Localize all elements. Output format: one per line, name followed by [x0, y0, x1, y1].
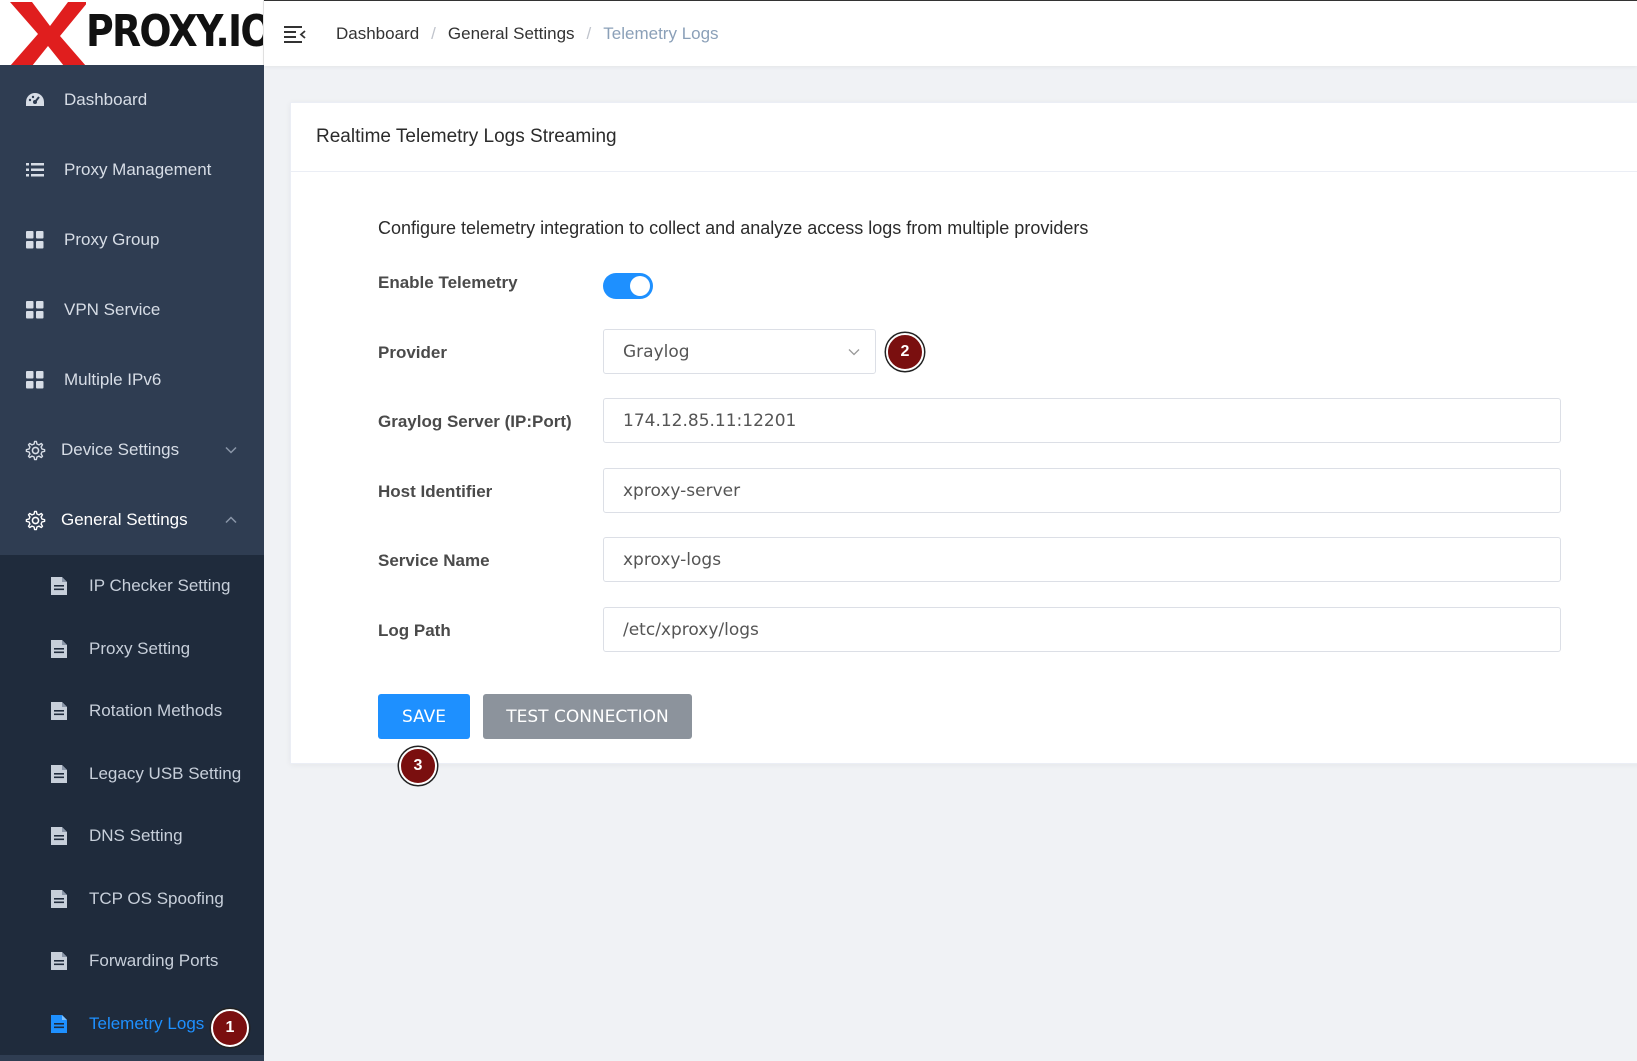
gear-icon — [24, 509, 46, 531]
sidebar-item-vpn-service[interactable]: VPN Service — [0, 275, 264, 345]
enable-telemetry-label: Enable Telemetry — [378, 273, 518, 292]
sidebar-item-label: Device Settings — [61, 440, 180, 459]
dashboard-gauge-icon — [24, 89, 46, 111]
chevron-down-icon — [848, 348, 860, 355]
sidebar-item-proxy-group[interactable]: Proxy Group — [0, 205, 264, 275]
logo-text: PROXY.IO — [86, 6, 264, 57]
breadcrumb-item-dashboard[interactable]: Dashboard — [336, 24, 419, 44]
menu-collapse-icon[interactable] — [284, 25, 306, 43]
document-icon — [51, 577, 67, 596]
provider-select-value: Graylog — [623, 341, 690, 362]
document-icon — [51, 764, 67, 783]
sidebar-item-label: General Settings — [61, 510, 188, 529]
submenu-item-label: Telemetry Logs — [89, 1013, 205, 1033]
step-badge-3: 3 — [399, 747, 437, 785]
sidebar-item-general-settings[interactable]: General Settings — [0, 485, 264, 555]
sidebar-item-multiple-ipv6[interactable]: Multiple IPv6 — [0, 345, 264, 415]
provider-label: Provider — [378, 343, 447, 362]
submenu-item-dns-setting[interactable]: DNS Setting — [0, 805, 264, 868]
document-icon — [51, 889, 67, 908]
log-path-input[interactable]: /etc/xproxy/logs — [603, 607, 1561, 652]
submenu-item-label: Legacy USB Setting — [89, 763, 242, 783]
sidebar-item-dashboard[interactable]: Dashboard — [0, 65, 264, 135]
sidebar-item-label: Dashboard — [64, 90, 148, 109]
submenu-item-label: Forwarding Ports — [89, 951, 219, 971]
submenu-item-label: TCP OS Spoofing — [89, 888, 224, 908]
document-icon — [51, 639, 67, 658]
sidebar-item-label: VPN Service — [64, 300, 161, 319]
document-icon — [51, 702, 67, 721]
breadcrumb-separator: / — [586, 24, 592, 43]
submenu-item-proxy-setting[interactable]: Proxy Setting — [0, 618, 264, 681]
sidebar-item-label: Proxy Management — [64, 160, 212, 179]
host-identifier-input[interactable]: xproxy-server — [603, 468, 1561, 513]
breadcrumb-separator: / — [431, 24, 436, 43]
breadcrumb-item-general-settings[interactable]: General Settings — [448, 24, 575, 44]
chevron-down-icon — [225, 446, 237, 454]
card-description: Configure telemetry integration to colle… — [378, 218, 1089, 238]
gear-icon — [24, 439, 46, 461]
breadcrumb: Dashboard / General Settings / Telemetry… — [336, 1, 719, 67]
host-identifier-label: Host Identifier — [378, 482, 493, 501]
provider-select[interactable]: Graylog — [603, 329, 876, 374]
submenu-item-ip-checker-setting[interactable]: IP Checker Setting — [0, 555, 264, 618]
sidebar-item-label: Proxy Group — [64, 230, 160, 249]
submenu-item-rotation-methods[interactable]: Rotation Methods — [0, 680, 264, 743]
step-badge-1: 1 — [211, 1009, 249, 1047]
sidebar-item-label: Multiple IPv6 — [64, 370, 162, 389]
service-name-input[interactable]: xproxy-logs — [603, 537, 1561, 582]
general-settings-submenu: IP Checker Setting Proxy Setting Rotatio… — [0, 555, 264, 1055]
logo-x-icon — [10, 2, 86, 65]
logo[interactable]: PROXY.IO — [0, 0, 264, 65]
sidebar-item-proxy-management[interactable]: Proxy Management — [0, 135, 264, 205]
topbar: Dashboard / General Settings / Telemetry… — [264, 0, 1637, 66]
card-title: Realtime Telemetry Logs Streaming — [291, 103, 1637, 172]
breadcrumb-item-current: Telemetry Logs — [603, 24, 719, 43]
submenu-item-legacy-usb-setting[interactable]: Legacy USB Setting — [0, 743, 264, 806]
list-icon — [24, 159, 46, 181]
log-path-label: Log Path — [378, 621, 451, 640]
grid-icon — [24, 299, 46, 321]
toggle-knob — [630, 276, 650, 296]
document-icon — [51, 952, 67, 971]
submenu-item-tcp-os-spoofing[interactable]: TCP OS Spoofing — [0, 868, 264, 931]
submenu-item-label: IP Checker Setting — [89, 576, 231, 596]
submenu-item-forwarding-ports[interactable]: Forwarding Ports — [0, 930, 264, 993]
submenu-item-label: DNS Setting — [89, 826, 183, 846]
sidebar-menu: Dashboard Proxy Management Proxy Group V… — [0, 65, 264, 1055]
document-icon — [51, 1014, 67, 1033]
sidebar: PROXY.IO Dashboard Proxy Management Prox… — [0, 0, 264, 1061]
submenu-item-label: Proxy Setting — [89, 638, 191, 658]
grid-icon — [24, 369, 46, 391]
service-name-label: Service Name — [378, 551, 490, 570]
test-connection-button[interactable]: TEST CONNECTION — [483, 694, 692, 739]
enable-telemetry-toggle[interactable] — [603, 273, 653, 299]
document-icon — [51, 827, 67, 846]
graylog-server-label: Graylog Server (IP:Port) — [378, 412, 572, 431]
chevron-up-icon — [225, 516, 237, 524]
step-badge-2: 2 — [886, 333, 924, 371]
sidebar-item-device-settings[interactable]: Device Settings — [0, 415, 264, 485]
save-button[interactable]: SAVE — [378, 694, 470, 739]
telemetry-card: Realtime Telemetry Logs Streaming Config… — [290, 102, 1637, 764]
graylog-server-input[interactable]: 174.12.85.11:12201 — [603, 398, 1561, 443]
grid-icon — [24, 229, 46, 251]
submenu-item-label: Rotation Methods — [89, 701, 223, 721]
